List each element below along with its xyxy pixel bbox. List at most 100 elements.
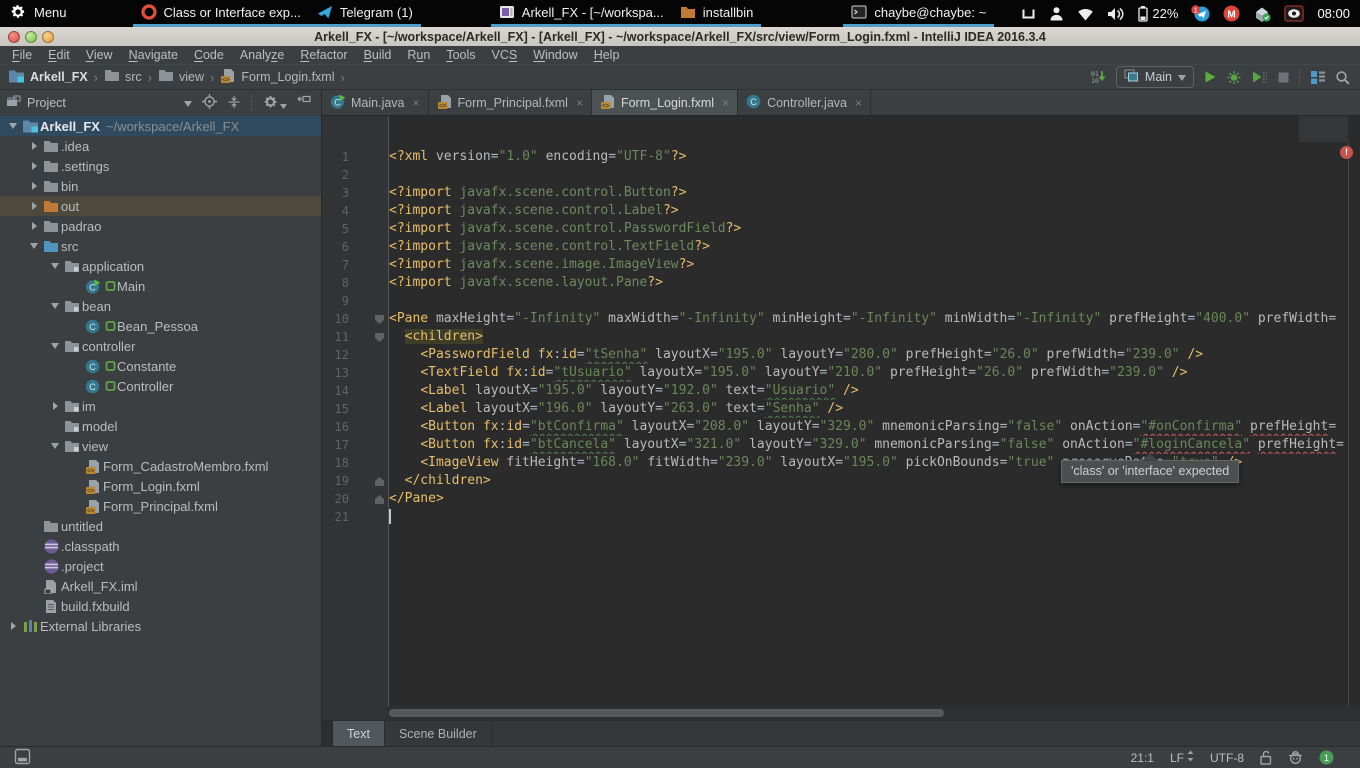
- tree-collapse-arrow-icon[interactable]: [48, 443, 62, 449]
- tree-item-Bean_Pessoa[interactable]: CBean_Pessoa: [0, 316, 321, 336]
- taskbar-window-5[interactable]: chaybe@chaybe: ~: [843, 0, 994, 27]
- breadcrumb-item-src[interactable]: src: [104, 69, 142, 85]
- tree-item-view[interactable]: view: [0, 436, 321, 456]
- code-line-15[interactable]: 15 <Label layoutX="196.0" layoutY="263.0…: [322, 400, 1360, 418]
- tree-item-src[interactable]: src: [0, 236, 321, 256]
- code-line-12[interactable]: 12 <PasswordField fx:id="tSenha" layoutX…: [322, 346, 1360, 364]
- tree-expand-arrow-icon[interactable]: [27, 202, 41, 210]
- search-everywhere-button[interactable]: [1335, 70, 1350, 85]
- menu-item-analyze[interactable]: Analyze: [232, 48, 292, 62]
- close-tab-icon[interactable]: ×: [413, 96, 420, 110]
- tree-item-application[interactable]: application: [0, 256, 321, 276]
- taskbar-window-3[interactable]: Arkell_FX - [~/workspa...: [491, 0, 672, 27]
- tree-expand-arrow-icon[interactable]: [27, 142, 41, 150]
- horizontal-scrollbar-thumb[interactable]: [389, 709, 944, 717]
- code-line-5[interactable]: 5<?import javafx.scene.control.PasswordF…: [322, 220, 1360, 238]
- tree-collapse-arrow-icon[interactable]: [48, 343, 62, 349]
- menu-item-tools[interactable]: Tools: [438, 48, 483, 62]
- breadcrumb-item-view[interactable]: view: [158, 69, 204, 85]
- telegram-tray-icon[interactable]: 1: [1191, 5, 1210, 22]
- toolwindow-switcher-icon[interactable]: [14, 748, 31, 768]
- code-line-9[interactable]: 9: [322, 292, 1360, 310]
- tree-item-Arkell_FX.iml[interactable]: Arkell_FX.iml: [0, 576, 321, 596]
- tree-item-Arkell_FX[interactable]: Arkell_FX~/workspace/Arkell_FX: [0, 116, 321, 136]
- editor-body[interactable]: 1<?xml version="1.0" encoding="UTF-8"?>2…: [322, 116, 1360, 706]
- code-line-17[interactable]: 17 <Button fx:id="btCancela" layoutX="32…: [322, 436, 1360, 454]
- fold-marker-icon[interactable]: [375, 495, 384, 504]
- fold-gutter[interactable]: [349, 310, 389, 328]
- code-line-13[interactable]: 13 <TextField fx:id="tUsuario" layoutX="…: [322, 364, 1360, 382]
- taskbar-window-4[interactable]: installbin: [672, 0, 762, 27]
- fold-gutter[interactable]: [349, 328, 389, 346]
- code-line-16[interactable]: 16 <Button fx:id="btConfirma" layoutX="2…: [322, 418, 1360, 436]
- menu-item-refactor[interactable]: Refactor: [292, 48, 355, 62]
- stop-button[interactable]: [1277, 71, 1290, 84]
- volume-icon[interactable]: [1107, 7, 1125, 21]
- hide-panel-button[interactable]: [297, 95, 311, 112]
- close-tab-icon[interactable]: ×: [576, 96, 583, 110]
- menu-item-build[interactable]: Build: [356, 48, 400, 62]
- tree-item-.project[interactable]: .project: [0, 556, 321, 576]
- code-line-10[interactable]: 10<Pane maxHeight="-Infinity" maxWidth="…: [322, 310, 1360, 328]
- tree-item-External Libraries[interactable]: External Libraries: [0, 616, 321, 636]
- code-line-1[interactable]: 1<?xml version="1.0" encoding="UTF-8"?>: [322, 148, 1360, 166]
- tree-item-build.fxbuild[interactable]: build.fxbuild: [0, 596, 321, 616]
- tree-collapse-arrow-icon[interactable]: [48, 263, 62, 269]
- tree-item-untitled[interactable]: untitled: [0, 516, 321, 536]
- run-coverage-button[interactable]: [1226, 70, 1242, 85]
- lock-icon[interactable]: [1260, 750, 1272, 765]
- menu-item-help[interactable]: Help: [586, 48, 628, 62]
- error-indicator-icon[interactable]: !: [1340, 146, 1353, 159]
- view-tab-text[interactable]: Text: [333, 721, 385, 746]
- taskbar-window-1[interactable]: Class or Interface exp...: [133, 0, 309, 27]
- tree-item-Form_Login.fxml[interactable]: <>Form_Login.fxml: [0, 476, 321, 496]
- tree-item-bean[interactable]: bean: [0, 296, 321, 316]
- tree-collapse-arrow-icon[interactable]: [27, 243, 41, 249]
- tree-item-padrao[interactable]: padrao: [0, 216, 321, 236]
- editor-tab-Form_Principal.fxml[interactable]: <>Form_Principal.fxml×: [429, 90, 592, 115]
- encoding-widget[interactable]: UTF-8: [1210, 751, 1244, 765]
- tree-item-Controller[interactable]: CController: [0, 376, 321, 396]
- run-profiler-button[interactable]: [1251, 70, 1268, 84]
- tree-item-bin[interactable]: bin: [0, 176, 321, 196]
- tree-expand-arrow-icon[interactable]: [27, 162, 41, 170]
- code-line-3[interactable]: 3<?import javafx.scene.control.Button?>: [322, 184, 1360, 202]
- tree-expand-arrow-icon[interactable]: [27, 222, 41, 230]
- breadcrumb-item-Arkell_FX[interactable]: Arkell_FX: [8, 69, 88, 86]
- compile-button[interactable]: 0110: [1089, 69, 1107, 85]
- tree-item-controller[interactable]: controller: [0, 336, 321, 356]
- tree-item-Form_CadastroMembro.fxml[interactable]: <>Form_CadastroMembro.fxml: [0, 456, 321, 476]
- editor-tab-Main.java[interactable]: CMain.java×: [322, 90, 429, 115]
- tree-item-.classpath[interactable]: .classpath: [0, 536, 321, 556]
- editor-tab-Controller.java[interactable]: CController.java×: [738, 90, 871, 115]
- hector-inspections-icon[interactable]: [1288, 750, 1303, 765]
- menu-item-run[interactable]: Run: [399, 48, 438, 62]
- run-button[interactable]: [1203, 70, 1217, 84]
- menu-item-vcs[interactable]: VCS: [484, 48, 526, 62]
- code-line-4[interactable]: 4<?import javafx.scene.control.Label?>: [322, 202, 1360, 220]
- close-tab-icon[interactable]: ×: [855, 96, 862, 110]
- code-line-8[interactable]: 8<?import javafx.scene.layout.Pane?>: [322, 274, 1360, 292]
- tree-expand-arrow-icon[interactable]: [48, 402, 62, 410]
- fold-gutter[interactable]: [349, 472, 389, 490]
- window-restore-icon[interactable]: [1021, 7, 1036, 20]
- tree-item-out[interactable]: out: [0, 196, 321, 216]
- tree-item-im[interactable]: im: [0, 396, 321, 416]
- tree-item-.settings[interactable]: .settings: [0, 156, 321, 176]
- tree-expand-arrow-icon[interactable]: [6, 622, 20, 630]
- tree-item-model[interactable]: model: [0, 416, 321, 436]
- user-icon[interactable]: [1049, 6, 1064, 21]
- close-tab-icon[interactable]: ×: [722, 96, 729, 110]
- taskbar-window-2[interactable]: Telegram (1): [309, 0, 421, 27]
- collapse-all-button[interactable]: [227, 95, 241, 112]
- fold-gutter[interactable]: [349, 490, 389, 508]
- editor-tab-Form_Login.fxml[interactable]: <>Form_Login.fxml×: [592, 90, 738, 115]
- run-configuration-selector[interactable]: Main: [1116, 66, 1194, 88]
- locate-file-button[interactable]: [202, 94, 217, 112]
- tree-collapse-arrow-icon[interactable]: [48, 303, 62, 309]
- code-line-14[interactable]: 14 <Label layoutX="195.0" layoutY="192.0…: [322, 382, 1360, 400]
- menu-item-view[interactable]: View: [78, 48, 121, 62]
- wifi-icon[interactable]: [1077, 7, 1094, 21]
- tree-item-Form_Principal.fxml[interactable]: <>Form_Principal.fxml: [0, 496, 321, 516]
- tree-expand-arrow-icon[interactable]: [27, 182, 41, 190]
